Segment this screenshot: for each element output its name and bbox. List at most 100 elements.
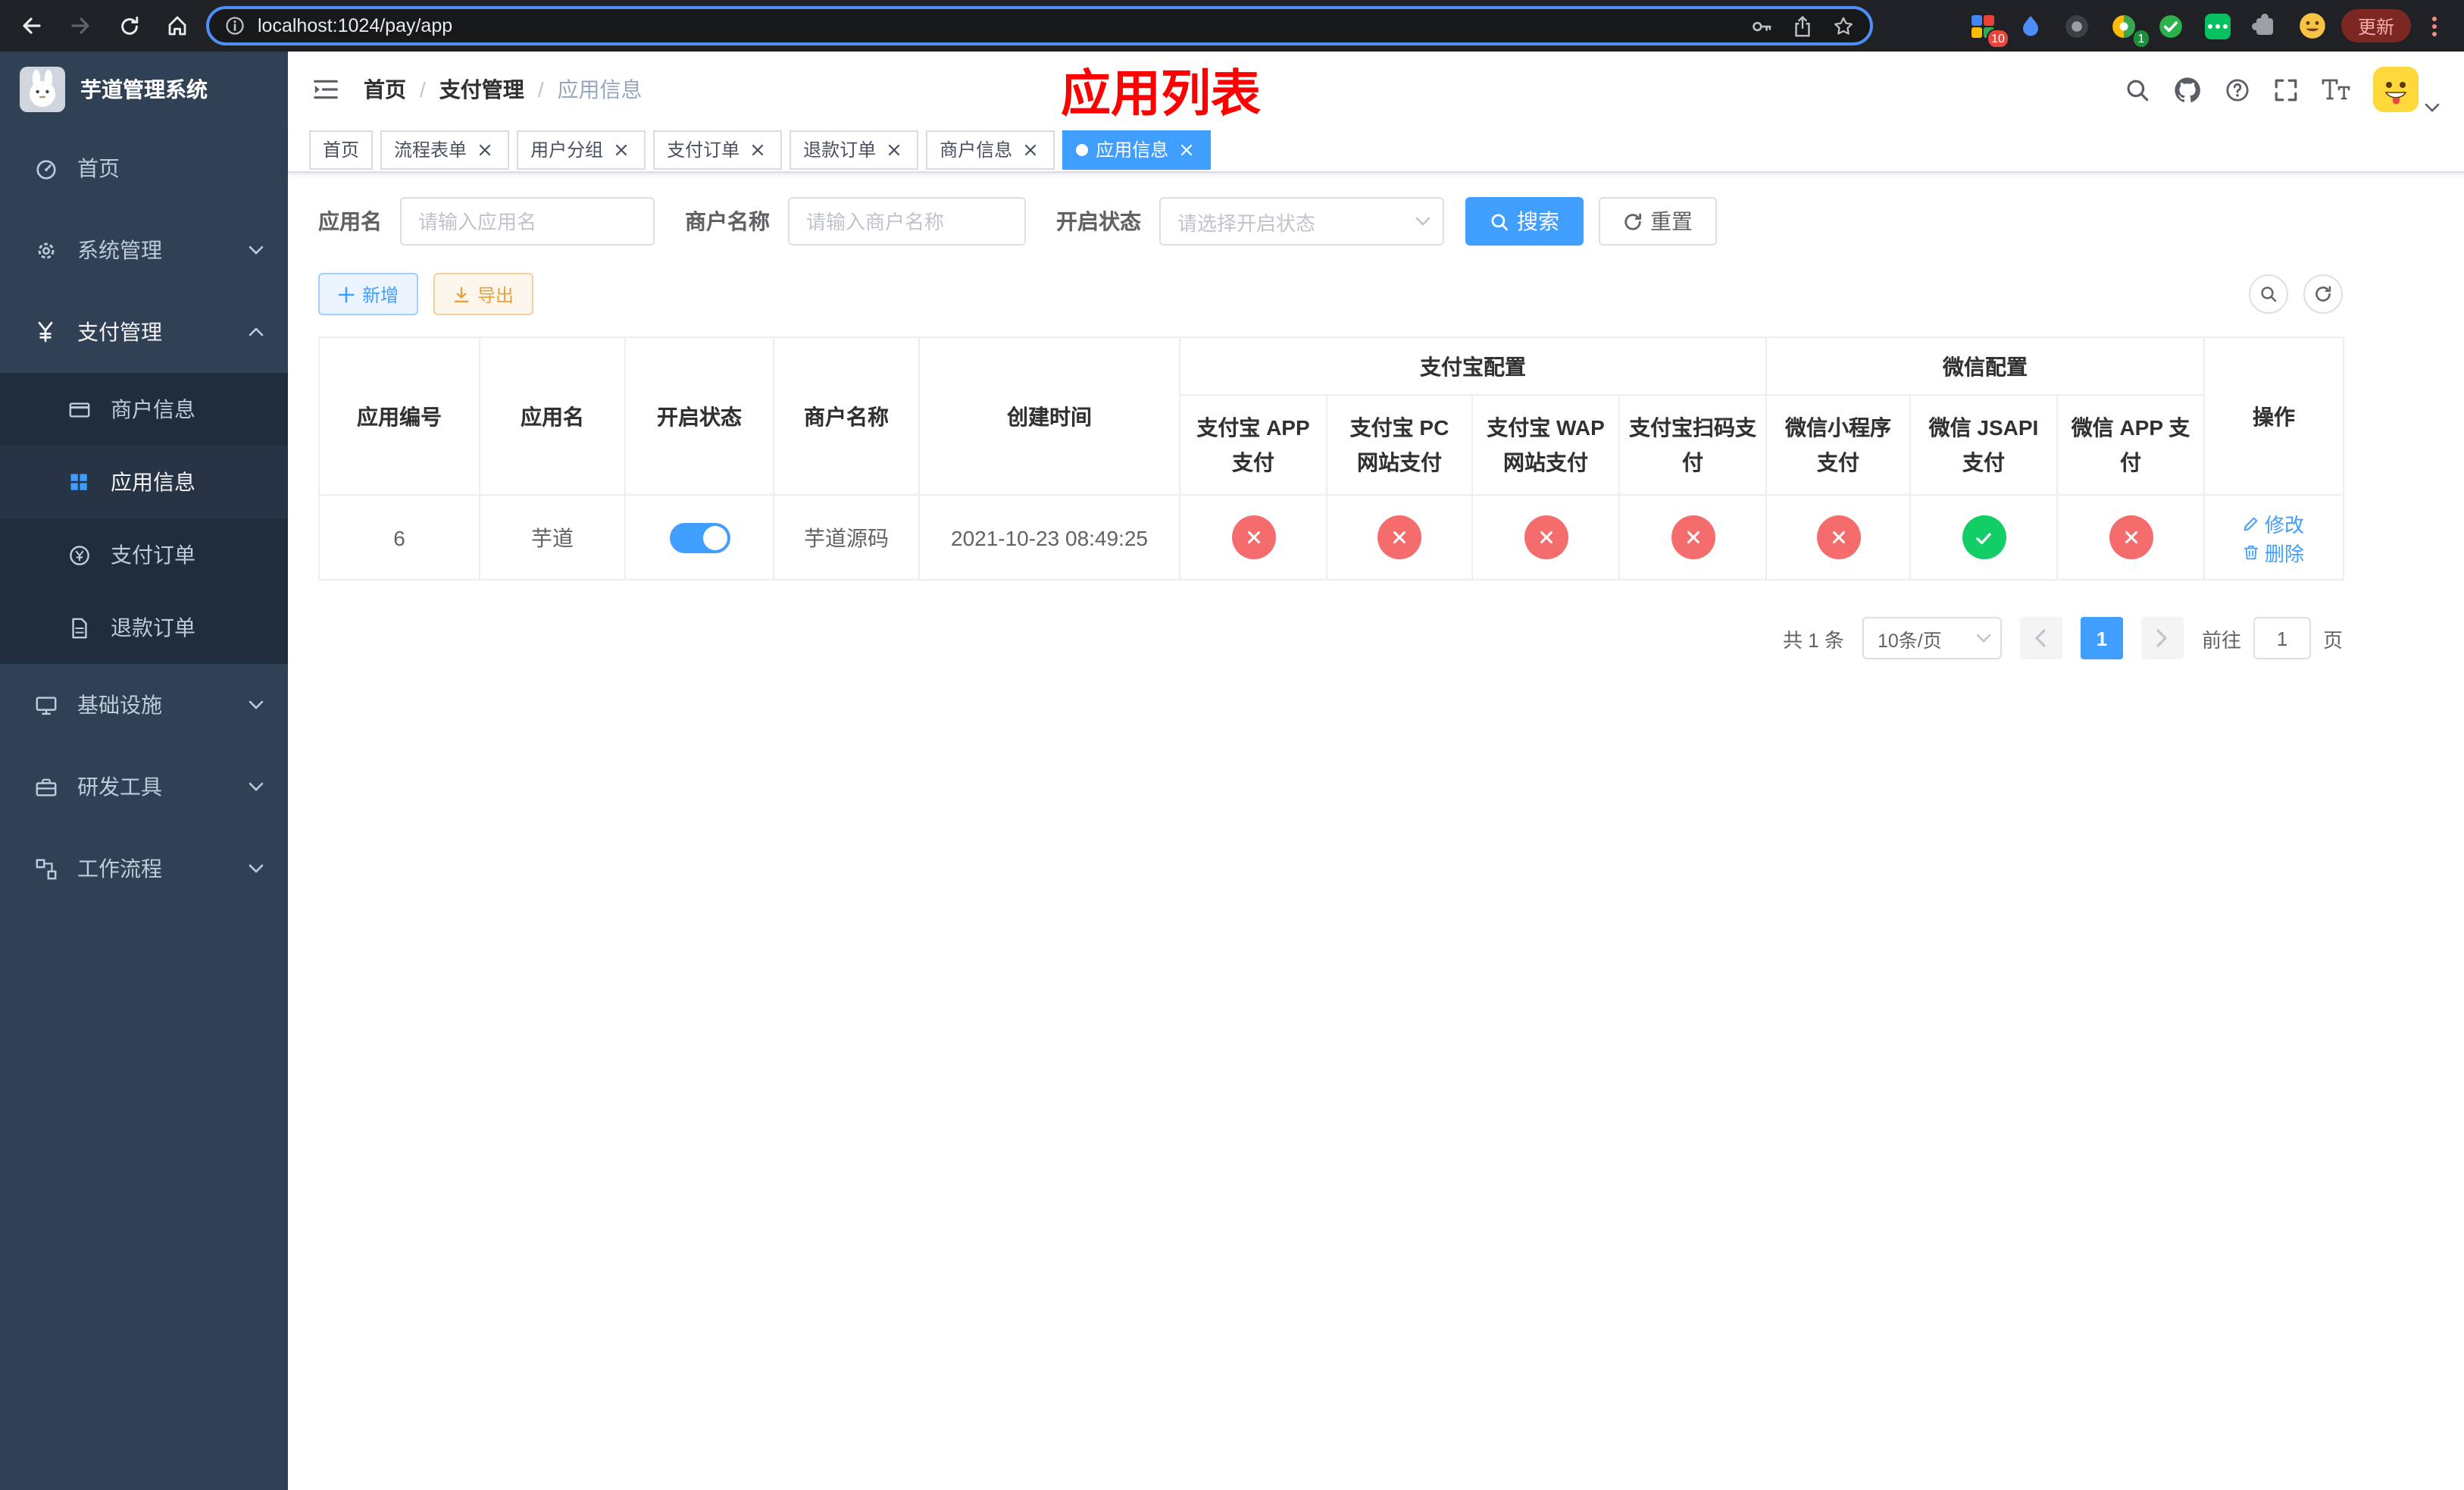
grid-icon [67,471,91,493]
forward-icon [71,17,89,34]
close-icon[interactable] [883,139,905,160]
password-key-icon[interactable] [1750,14,1773,37]
cell-status [624,494,774,581]
profile-avatar[interactable] [2294,8,2331,44]
sidebar-item-workflow[interactable]: 工作流程 [0,828,288,909]
col-status: 开启状态 [624,337,774,496]
goto-suffix: 页 [2322,628,2343,651]
sidebar-logo[interactable]: 芋道管理系统 [0,52,288,127]
status-select[interactable]: 请选择开启状态 [1159,197,1444,246]
sidebar-item-merchant-info[interactable]: 商户信息 [0,373,288,446]
user-menu[interactable] [2373,67,2440,112]
trash-icon [2244,544,2259,559]
extension-grid-icon[interactable]: 10 [1965,8,2009,49]
edit-link[interactable]: 修改 [2244,509,2304,537]
next-page-button[interactable] [2140,617,2184,659]
extension-dark-icon[interactable] [2059,8,2096,44]
search-button[interactable]: 搜索 [1465,197,1584,246]
status-toggle[interactable] [669,522,730,552]
extension-check-icon[interactable] [2153,8,2190,44]
col-wx-app: 微信 APP 支付 [2056,394,2205,496]
channel-status-wx-mini [1816,515,1860,559]
browser-home-button[interactable] [158,6,197,45]
logo-image [20,67,65,112]
browser-back-button[interactable] [12,6,52,45]
edit-icon [2244,516,2259,531]
document-icon [67,616,91,639]
page-number-1[interactable]: 1 [2080,617,2123,659]
sidebar-item-system[interactable]: 系统管理 [0,209,288,291]
check-icon [1976,532,1991,544]
app-name-input[interactable] [400,197,655,246]
cell-created: 2021-10-23 08:49:25 [918,494,1180,581]
tab-user-group[interactable]: 用户分组 [517,130,646,169]
browser-menu-icon[interactable] [2422,13,2446,39]
breadcrumb-home[interactable]: 首页 [364,74,439,105]
address-bar[interactable]: localhost:1024/pay/app [206,6,1873,45]
delete-link[interactable]: 删除 [2244,537,2304,566]
add-button[interactable]: 新增 [318,273,419,315]
sidebar-item-payment[interactable]: 支付管理 [0,291,288,373]
refresh-table-button[interactable] [2303,274,2343,314]
extension-drop-icon[interactable] [2012,8,2049,44]
x-icon [2125,531,2137,543]
page-size-select[interactable]: 10条/页 [1862,617,2002,659]
browser-forward-button[interactable] [61,6,100,45]
prev-page-button[interactable] [2019,617,2062,659]
github-icon[interactable] [2173,75,2202,104]
select-caret-icon [1976,634,1991,643]
col-alipay-pc: 支付宝 PC 网站支付 [1326,394,1473,496]
close-icon[interactable] [1176,139,1197,160]
url-text: localhost:1024/pay/app [258,15,453,36]
toggle-search-button[interactable] [2249,274,2288,314]
sidebar-item-payment-orders[interactable]: 支付订单 [0,518,288,591]
sidebar-item-infrastructure[interactable]: 基础设施 [0,664,288,746]
tab-payment-orders[interactable]: 支付订单 [653,130,783,169]
col-actions: 操作 [2203,337,2344,496]
credit-card-icon [67,398,91,421]
close-icon[interactable] [747,139,768,160]
site-info-icon[interactable] [224,15,245,36]
font-size-icon[interactable] [2322,78,2350,101]
sidebar-item-app-info[interactable]: 应用信息 [0,446,288,518]
help-icon[interactable] [2225,77,2250,102]
goto-page-input[interactable] [2253,617,2311,659]
dashboard-icon [33,157,58,180]
tab-home[interactable]: 首页 [309,130,374,169]
tab-app-info[interactable]: 应用信息 [1062,130,1212,169]
x-icon [1832,531,1844,543]
col-app-id: 应用编号 [318,337,480,496]
merchant-name-input[interactable] [788,197,1026,246]
extension-chat-icon[interactable] [2200,8,2237,44]
reload-icon [120,15,138,34]
extensions-puzzle-icon[interactable] [2247,8,2284,44]
reset-button[interactable]: 重置 [1599,197,1717,246]
extension-badge: 10 [1987,29,2009,49]
sidebar-collapse-button[interactable] [312,77,339,102]
close-icon[interactable] [1020,139,1041,160]
extension-color-icon[interactable]: 1 [2106,8,2150,49]
fullscreen-icon[interactable] [2273,77,2299,102]
header-search-icon[interactable] [2125,77,2150,102]
tab-process-form[interactable]: 流程表单 [380,130,510,169]
close-icon[interactable] [611,139,632,160]
sidebar-item-refund-orders[interactable]: 退款订单 [0,591,288,664]
browser-reload-button[interactable] [109,6,149,45]
bookmark-star-icon[interactable] [1832,14,1855,37]
col-alipay-app: 支付宝 APP 支付 [1179,394,1327,496]
app-title: 芋道管理系统 [80,77,208,102]
tab-refund-orders[interactable]: 退款订单 [790,130,919,169]
tab-merchant-info[interactable]: 商户信息 [926,130,1055,169]
top-navbar: 首页 支付管理 应用信息 应用列表 [288,52,2464,127]
close-icon[interactable] [474,139,496,160]
sidebar-item-devtools[interactable]: 研发工具 [0,746,288,828]
col-wx-mini: 微信小程序支付 [1765,394,1911,496]
breadcrumb-payment[interactable]: 支付管理 [439,74,558,105]
export-button[interactable]: 导出 [433,273,534,315]
browser-update-button[interactable]: 更新 [2340,9,2411,42]
sidebar-item-home[interactable]: 首页 [0,127,288,209]
chevron-left-icon [2036,629,2047,647]
x-icon [1393,531,1406,543]
share-icon[interactable] [1791,14,1814,37]
merchant-name-label: 商户名称 [685,209,770,233]
